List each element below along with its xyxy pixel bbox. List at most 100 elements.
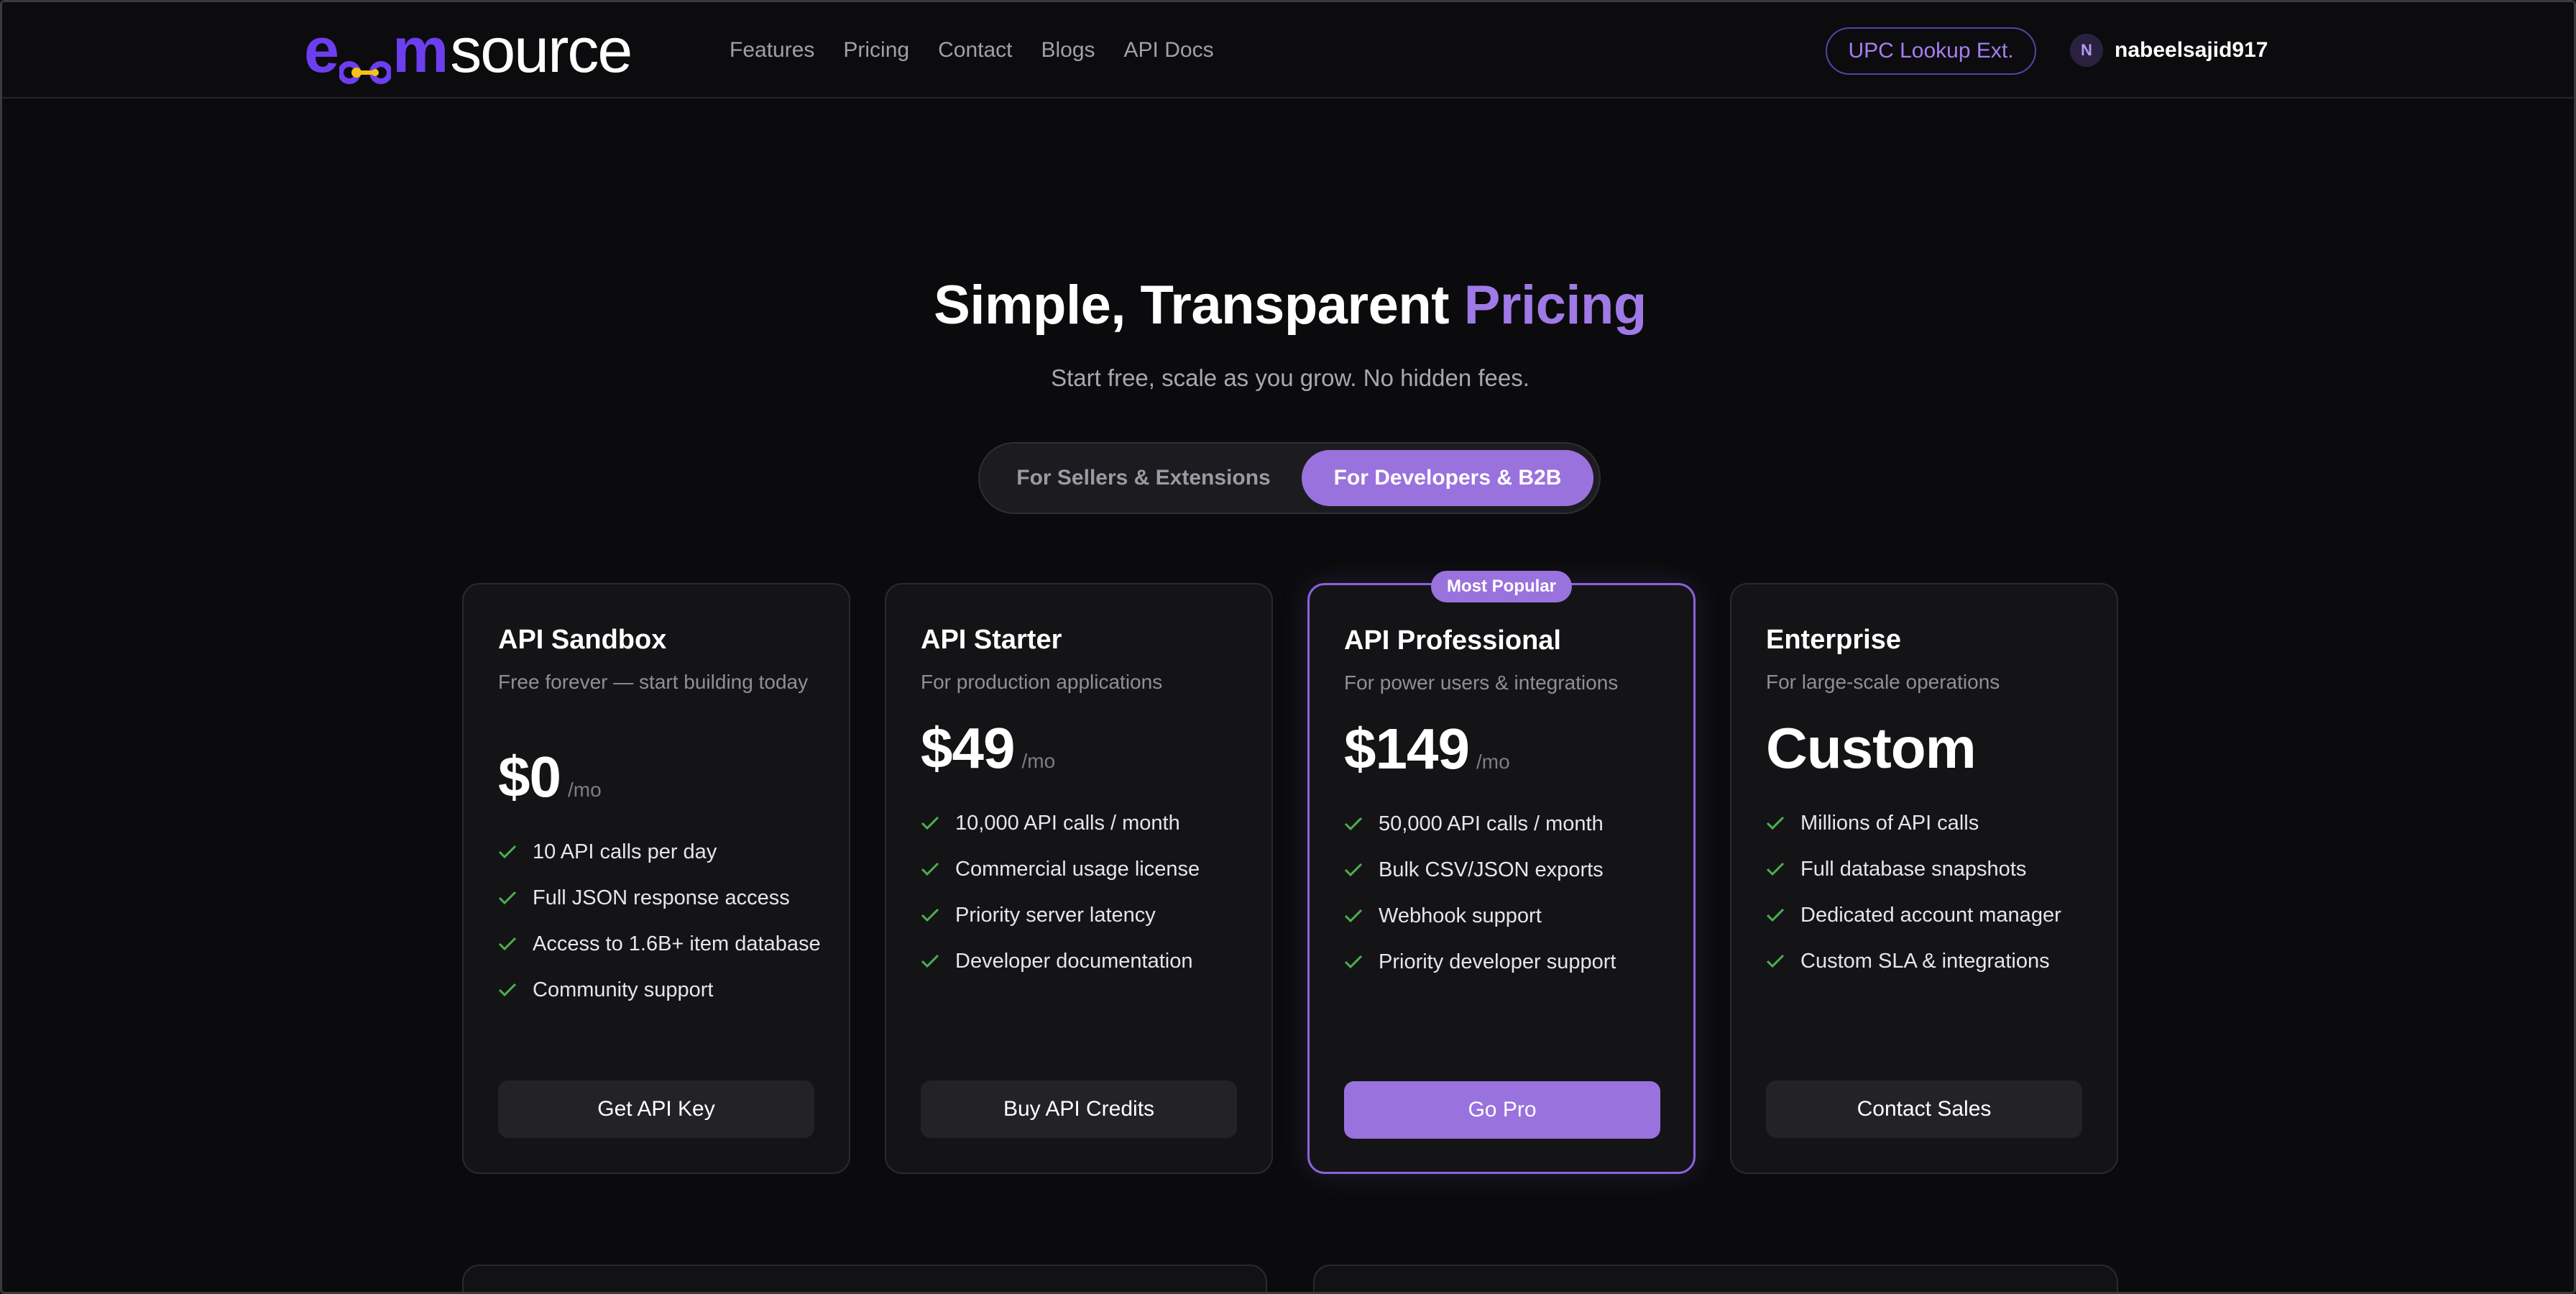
check-icon <box>1344 809 1363 838</box>
list-item: Priority developer support <box>1344 947 1668 976</box>
contact-sales-button[interactable]: Contact Sales <box>1766 1080 2082 1138</box>
check-icon <box>1344 855 1363 884</box>
plan-description: For power users & integrations <box>1344 671 1619 694</box>
logo-source-part: source <box>450 14 632 86</box>
feature-text: Priority server latency <box>955 904 1156 927</box>
check-icon <box>921 855 939 884</box>
list-item: Webhook support <box>1344 901 1668 930</box>
feature-text: Access to 1.6B+ item database <box>533 932 821 955</box>
list-item: Priority server latency <box>921 901 1244 930</box>
plan-description: For large-scale operations <box>1766 671 2000 693</box>
feature-text: Community support <box>533 978 714 1001</box>
nav-link-api-docs[interactable]: API Docs <box>1124 38 1214 63</box>
upc-lookup-extension-button[interactable]: UPC Lookup Ext. <box>1826 27 2036 75</box>
check-icon <box>1766 855 1785 884</box>
feature-text: Dedicated account manager <box>1800 904 2061 927</box>
lower-section-card-left <box>462 1265 1267 1292</box>
plan-name: API Sandbox <box>498 625 667 655</box>
price-amount: $49 <box>921 716 1015 780</box>
list-item: 50,000 API calls / month <box>1344 809 1668 838</box>
check-icon <box>921 809 939 838</box>
list-item: Commercial usage license <box>921 855 1244 884</box>
check-icon <box>921 947 939 976</box>
plan-price: Custom <box>1766 715 1977 781</box>
feature-text: Priority developer support <box>1379 950 1616 973</box>
list-item: Community support <box>498 976 822 1004</box>
lower-section-card-right <box>1313 1265 2118 1292</box>
get-api-key-button[interactable]: Get API Key <box>498 1080 814 1138</box>
list-item: 10 API calls per day <box>498 838 822 866</box>
plan-card-enterprise: Enterprise For large-scale operations Cu… <box>1730 583 2118 1174</box>
audience-toggle: For Sellers & Extensions For Developers … <box>978 442 1601 514</box>
page-subtitle: Start free, scale as you grow. No hidden… <box>1051 364 1530 391</box>
feature-text: Full JSON response access <box>533 886 790 909</box>
most-popular-badge: Most Popular <box>1430 571 1573 602</box>
link-icon <box>337 32 392 84</box>
feature-text: 10,000 API calls / month <box>955 812 1180 835</box>
logo-letter-e: e <box>304 14 339 86</box>
feature-list: Millions of API calls Full database snap… <box>1766 809 2089 993</box>
list-item: Millions of API calls <box>1766 809 2089 838</box>
plan-card-api-sandbox: API Sandbox Free forever — start buildin… <box>462 583 850 1174</box>
page-title: Simple, Transparent Pricing <box>2 274 2574 336</box>
go-pro-button[interactable]: Go Pro <box>1344 1081 1660 1139</box>
check-icon <box>921 901 939 930</box>
app-window: e m source Features Pricing Contact Blog… <box>0 0 2576 1294</box>
list-item: Access to 1.6B+ item database <box>498 930 822 958</box>
list-item: Dedicated account manager <box>1766 901 2089 930</box>
feature-text: Custom SLA & integrations <box>1800 950 2050 973</box>
price-period: /mo <box>1021 750 1056 772</box>
toggle-sellers-extensions[interactable]: For Sellers & Extensions <box>985 450 1302 506</box>
feature-text: Developer documentation <box>955 950 1193 973</box>
page-title-main: Simple, Transparent <box>934 275 1464 336</box>
price-period: /mo <box>1476 751 1510 773</box>
check-icon <box>1766 947 1785 976</box>
plan-card-api-starter: API Starter For production applications … <box>885 583 1273 1174</box>
price-amount: Custom <box>1766 716 1977 780</box>
ecomsource-logo[interactable]: e m source <box>304 14 632 86</box>
avatar: N <box>2070 34 2103 67</box>
plan-price: $149 /mo <box>1344 716 1510 782</box>
logo-letter-m: m <box>392 14 448 86</box>
page-title-accent: Pricing <box>1463 275 1647 336</box>
list-item: Developer documentation <box>921 947 1244 976</box>
check-icon <box>1766 809 1785 838</box>
plan-price: $49 /mo <box>921 715 1055 781</box>
nav-link-contact[interactable]: Contact <box>938 38 1012 63</box>
feature-text: Commercial usage license <box>955 858 1200 881</box>
feature-list: 10,000 API calls / month Commercial usag… <box>921 809 1244 993</box>
price-amount: $149 <box>1344 717 1470 781</box>
check-icon <box>498 930 517 958</box>
check-icon <box>1766 901 1785 930</box>
feature-text: Bulk CSV/JSON exports <box>1379 858 1604 881</box>
list-item: Full JSON response access <box>498 884 822 912</box>
list-item: 10,000 API calls / month <box>921 809 1244 838</box>
nav-link-pricing[interactable]: Pricing <box>843 38 909 63</box>
buy-api-credits-button[interactable]: Buy API Credits <box>921 1080 1237 1138</box>
plan-price: $0 /mo <box>498 744 602 810</box>
feature-text: 50,000 API calls / month <box>1379 812 1604 835</box>
check-icon <box>498 976 517 1004</box>
feature-text: 10 API calls per day <box>533 840 717 863</box>
nav-link-blogs[interactable]: Blogs <box>1041 38 1095 63</box>
check-icon <box>1344 901 1363 930</box>
plan-name: API Professional <box>1344 625 1561 656</box>
user-menu[interactable]: N nabeelsajid917 <box>2070 34 2268 67</box>
list-item: Bulk CSV/JSON exports <box>1344 855 1668 884</box>
list-item: Full database snapshots <box>1766 855 2089 884</box>
check-icon <box>498 884 517 912</box>
list-item: Custom SLA & integrations <box>1766 947 2089 976</box>
check-icon <box>1344 947 1363 976</box>
nav-link-features[interactable]: Features <box>730 38 814 63</box>
plan-card-api-professional: Most Popular API Professional For power … <box>1307 571 1696 1174</box>
plan-description: For production applications <box>921 671 1163 693</box>
check-icon <box>498 838 517 866</box>
toggle-developers-b2b[interactable]: For Developers & B2B <box>1302 450 1593 506</box>
feature-text: Full database snapshots <box>1800 858 2027 881</box>
username: nabeelsajid917 <box>2115 38 2268 62</box>
logo-ecom-part: e m <box>304 14 448 87</box>
price-period: /mo <box>567 779 602 801</box>
main-nav: Features Pricing Contact Blogs API Docs <box>730 2 1214 98</box>
price-amount: $0 <box>498 745 561 809</box>
top-navbar: e m source Features Pricing Contact Blog… <box>2 2 2574 98</box>
